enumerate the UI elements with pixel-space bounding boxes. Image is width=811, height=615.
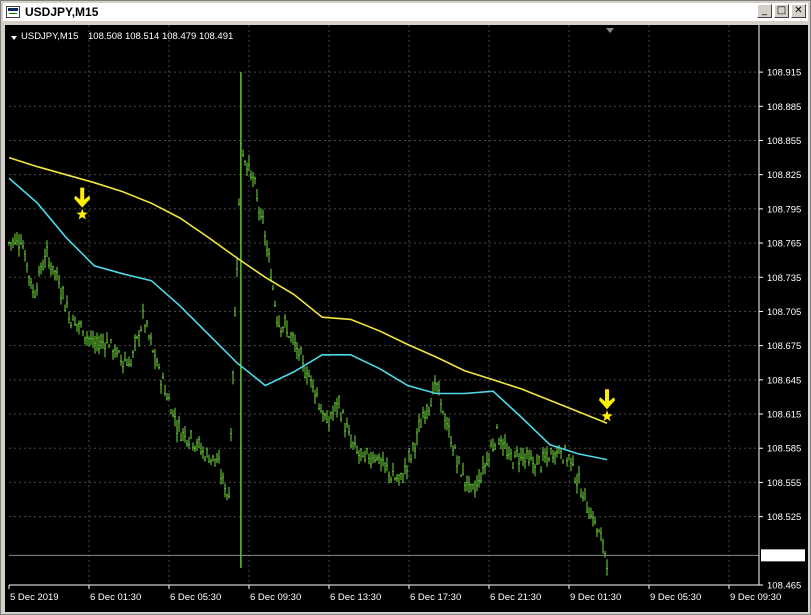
- window-title: USDJPY,M15: [25, 5, 99, 19]
- close-button[interactable]: ✕: [791, 4, 806, 18]
- time-tick-label: 9 Dec 09:30: [730, 592, 781, 603]
- star-icon: [76, 208, 88, 220]
- time-tick-label: 9 Dec 01:30: [570, 592, 621, 603]
- price-axis: 108.915 108.885 108.855 108.825 108.795 108.7…: [759, 68, 801, 592]
- star-icon: [601, 410, 613, 422]
- time-tick-label: 6 Dec 01:30: [90, 592, 141, 603]
- arrow-down-icon: [74, 187, 91, 208]
- ohlc-values: 108.508 108.514 108.479 108.491: [88, 31, 233, 42]
- maximize-button[interactable]: □: [774, 4, 789, 18]
- time-tick-label: 6 Dec 17:30: [410, 592, 461, 603]
- price-tick-label: 108.795: [767, 204, 801, 215]
- chart-canvas[interactable]: 108.915 108.885 108.855 108.825 108.795 108.7…: [5, 25, 808, 612]
- price-tick-label: 108.675: [767, 341, 801, 352]
- time-axis: 5 Dec 2019 6 Dec 01:30 6 Dec 05:30 6 Dec 09…: [8, 585, 781, 603]
- time-tick-label: 9 Dec 05:30: [650, 592, 701, 603]
- current-price-text: 108.491: [766, 551, 800, 562]
- chart-window-icon: [6, 6, 20, 18]
- price-tick-label: 108.645: [767, 375, 801, 386]
- price-tick-label: 108.885: [767, 102, 801, 113]
- current-price-label: 108.491: [761, 549, 805, 562]
- arrow-down-icon: [599, 389, 615, 410]
- price-tick-label: 108.555: [767, 478, 801, 489]
- minimize-button[interactable]: _: [757, 4, 772, 18]
- price-tick-label: 108.915: [767, 68, 801, 79]
- price-tick-label: 108.615: [767, 410, 801, 421]
- price-chart[interactable]: 108.915 108.885 108.855 108.825 108.795 108.7…: [5, 25, 808, 612]
- time-tick-label: 6 Dec 13:30: [330, 592, 381, 603]
- title-bar[interactable]: USDJPY,M15 _ □ ✕: [3, 3, 808, 21]
- price-tick-label: 108.465: [767, 581, 801, 592]
- price-tick-label: 108.705: [767, 307, 801, 318]
- chart-window: USDJPY,M15 _ □ ✕ 108.915 108.885 108.855 10…: [0, 0, 811, 615]
- chart-shift-marker-icon[interactable]: [606, 28, 614, 33]
- price-tick-label: 108.585: [767, 444, 801, 455]
- sell-signal-icon: [74, 187, 91, 220]
- time-tick-label: 5 Dec 2019: [10, 592, 59, 603]
- price-tick-label: 108.825: [767, 170, 801, 181]
- price-tick-label: 108.855: [767, 136, 801, 147]
- time-tick-label: 6 Dec 05:30: [170, 592, 221, 603]
- ma-slow-line: [8, 156, 608, 424]
- ma-fast-line: [8, 177, 608, 461]
- signal-markers: [74, 187, 615, 422]
- symbol-label: USDJPY,M15: [21, 31, 78, 42]
- grid-lines: [9, 25, 759, 586]
- time-tick-label: 6 Dec 21:30: [490, 592, 541, 603]
- chart-header: USDJPY,M15 108.508 108.514 108.479 108.4…: [11, 31, 233, 42]
- price-tick-label: 108.525: [767, 512, 801, 523]
- price-tick-label: 108.735: [767, 273, 801, 284]
- candles: [8, 72, 608, 576]
- moving-averages: [8, 156, 608, 461]
- time-tick-label: 6 Dec 09:30: [250, 592, 301, 603]
- window-controls: _ □ ✕: [757, 4, 806, 18]
- dropdown-triangle-icon[interactable]: [11, 36, 17, 40]
- price-tick-label: 108.765: [767, 239, 801, 250]
- sell-signal-icon: [599, 389, 615, 422]
